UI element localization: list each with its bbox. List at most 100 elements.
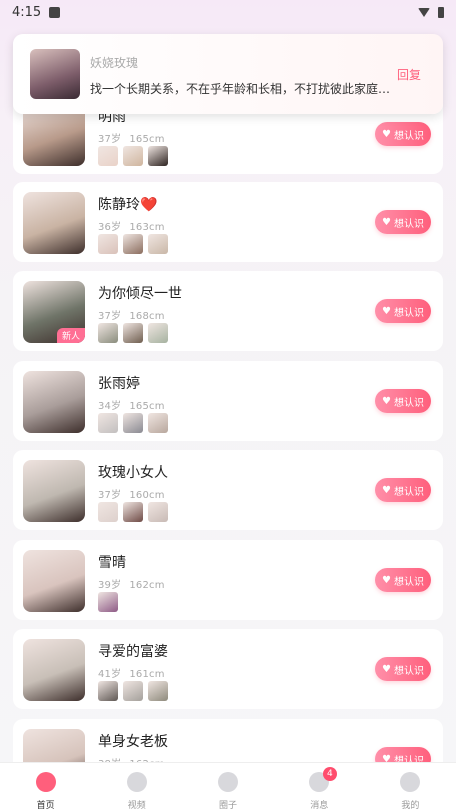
- heart-icon: ♥: [382, 128, 391, 140]
- user-card[interactable]: 玫瑰小女人 37岁 160cm ♥ 想认识: [13, 450, 443, 530]
- photo-thumbnail[interactable]: [148, 413, 168, 433]
- photo-thumbnail[interactable]: [123, 681, 143, 701]
- heart-icon: ♥: [382, 574, 391, 586]
- tab-video[interactable]: 视频: [91, 763, 182, 811]
- bottom-tab-bar: 首页 视频 圈子 4 消息 我的: [0, 762, 456, 811]
- heart-icon: ♥: [382, 484, 391, 496]
- user-meta: 36岁 163cm: [98, 218, 165, 233]
- photo-thumbnail[interactable]: [148, 234, 168, 254]
- want-to-meet-label: 想认识: [393, 130, 424, 142]
- photo-thumbnail[interactable]: [98, 146, 118, 166]
- user-avatar[interactable]: 新人: [23, 281, 85, 343]
- tab-home-heart[interactable]: 首页: [0, 763, 91, 811]
- photo-thumbnail[interactable]: [98, 502, 118, 522]
- user-age: 34岁: [98, 401, 122, 412]
- status-bar: 4:15: [0, 0, 456, 24]
- user-age: 37岁: [98, 311, 122, 322]
- photo-thumbnail[interactable]: [123, 413, 143, 433]
- user-card[interactable]: 张雨婷 34岁 165cm ♥ 想认识: [13, 361, 443, 441]
- tab-label: 圈子: [219, 801, 238, 811]
- user-name: 为你倾尽一世: [98, 286, 182, 302]
- want-to-meet-button[interactable]: ♥ 想认识: [375, 568, 431, 592]
- notification-avatar: [30, 49, 80, 99]
- tab-compass[interactable]: 圈子: [182, 763, 273, 811]
- want-to-meet-button[interactable]: ♥ 想认识: [375, 657, 431, 681]
- user-name: 陈静玲❤️: [98, 197, 158, 213]
- user-meta: 34岁 165cm: [98, 397, 165, 412]
- home-heart-icon: [35, 772, 56, 792]
- tab-label: 视频: [127, 801, 146, 811]
- user-age: 37岁: [98, 490, 122, 501]
- reply-button[interactable]: 回复: [397, 66, 421, 83]
- app-notification-icon: [49, 6, 61, 18]
- photo-thumbnail[interactable]: [98, 681, 118, 701]
- user-meta: 39岁 162cm: [98, 576, 165, 591]
- wifi-icon: [418, 7, 430, 17]
- want-to-meet-label: 想认识: [393, 397, 424, 409]
- user-card[interactable]: 雪晴 39岁 162cm ♥ 想认识: [13, 540, 443, 620]
- user-card[interactable]: 寻爱的富婆 41岁 161cm ♥ 想认识: [13, 629, 443, 709]
- battery-icon: [438, 6, 444, 18]
- profile-icon: [400, 772, 421, 792]
- photo-thumbnail[interactable]: [98, 234, 118, 254]
- compass-icon: [218, 772, 238, 792]
- user-age: 39岁: [98, 580, 122, 591]
- user-height: 160cm: [129, 490, 165, 501]
- user-card[interactable]: 新人 为你倾尽一世 37岁 168cm ♥ 想认识: [13, 271, 443, 351]
- user-age: 36岁: [98, 222, 122, 233]
- photo-thumbnails: [98, 592, 118, 612]
- photo-thumbnail[interactable]: [123, 323, 143, 343]
- tab-profile[interactable]: 我的: [365, 763, 456, 811]
- user-card[interactable]: 陈静玲❤️ 36岁 163cm ♥ 想认识: [13, 182, 443, 262]
- user-height: 168cm: [129, 311, 165, 322]
- want-to-meet-button[interactable]: ♥ 想认识: [375, 122, 431, 146]
- photo-thumbnail[interactable]: [98, 413, 118, 433]
- user-height: 161cm: [129, 669, 165, 680]
- want-to-meet-button[interactable]: ♥ 想认识: [375, 389, 431, 413]
- want-to-meet-label: 想认识: [393, 665, 424, 677]
- photo-thumbnails: [98, 323, 168, 343]
- photo-thumbnail[interactable]: [123, 146, 143, 166]
- photo-thumbnails: [98, 234, 168, 254]
- photo-thumbnail[interactable]: [148, 502, 168, 522]
- user-name: 单身女老板: [98, 734, 168, 750]
- user-avatar[interactable]: [23, 550, 85, 612]
- photo-thumbnails: [98, 146, 168, 166]
- message-notification[interactable]: 妖娆玫瑰 找一个长期关系，不在乎年龄和长相，不打扰彼此家庭… 回复: [13, 34, 443, 114]
- user-height: 165cm: [129, 134, 165, 145]
- want-to-meet-label: 想认识: [393, 576, 424, 588]
- tab-label: 我的: [401, 801, 420, 811]
- heart-icon: ♥: [382, 663, 391, 675]
- tab-label: 首页: [36, 801, 55, 811]
- want-to-meet-button[interactable]: ♥ 想认识: [375, 299, 431, 323]
- heart-icon: ♥: [382, 305, 391, 317]
- photo-thumbnail[interactable]: [123, 234, 143, 254]
- unread-count-badge: 4: [322, 767, 337, 781]
- heart-icon: ♥: [382, 395, 391, 407]
- photo-thumbnail[interactable]: [148, 681, 168, 701]
- photo-thumbnail[interactable]: [98, 323, 118, 343]
- notification-message: 找一个长期关系，不在乎年龄和长相，不打扰彼此家庭…: [90, 82, 390, 96]
- user-meta: 37岁 165cm: [98, 130, 165, 145]
- photo-thumbnail[interactable]: [148, 146, 168, 166]
- want-to-meet-button[interactable]: ♥ 想认识: [375, 210, 431, 234]
- want-to-meet-button[interactable]: ♥ 想认识: [375, 478, 431, 502]
- user-meta: 41岁 161cm: [98, 665, 165, 680]
- user-name: 玫瑰小女人: [98, 465, 168, 481]
- user-age: 37岁: [98, 134, 122, 145]
- user-avatar[interactable]: [23, 639, 85, 701]
- heart-icon: ♥: [382, 216, 391, 228]
- photo-thumbnail[interactable]: [123, 502, 143, 522]
- user-name: 寻爱的富婆: [98, 644, 168, 660]
- user-avatar[interactable]: [23, 192, 85, 254]
- user-height: 163cm: [129, 222, 165, 233]
- user-meta: 37岁 168cm: [98, 307, 165, 322]
- photo-thumbnail[interactable]: [148, 323, 168, 343]
- user-avatar[interactable]: [23, 460, 85, 522]
- user-avatar[interactable]: [23, 371, 85, 433]
- photo-thumbnails: [98, 413, 168, 433]
- want-to-meet-label: 想认识: [393, 307, 424, 319]
- photo-thumbnail[interactable]: [98, 592, 118, 612]
- notification-sender: 妖娆玫瑰: [90, 56, 139, 70]
- tab-message[interactable]: 4 消息: [274, 763, 365, 811]
